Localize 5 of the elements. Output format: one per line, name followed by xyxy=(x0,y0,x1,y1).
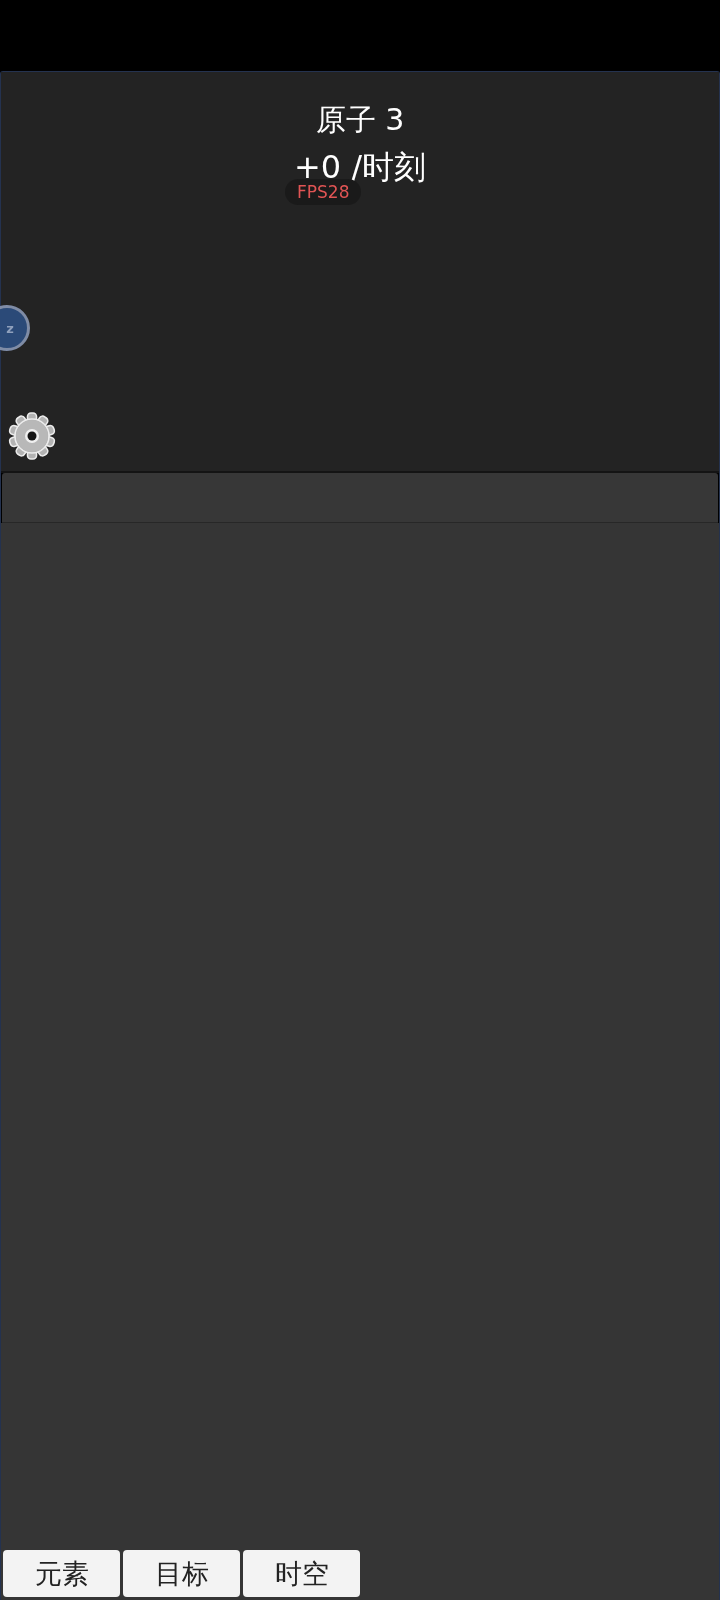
gear-icon[interactable] xyxy=(8,412,56,460)
tab-button[interactable]: 时空 xyxy=(243,1550,360,1597)
tab-button[interactable]: 元素 xyxy=(3,1550,120,1597)
tab-button[interactable]: 目标 xyxy=(123,1550,240,1597)
atom-count: 原子 3 xyxy=(315,102,405,138)
